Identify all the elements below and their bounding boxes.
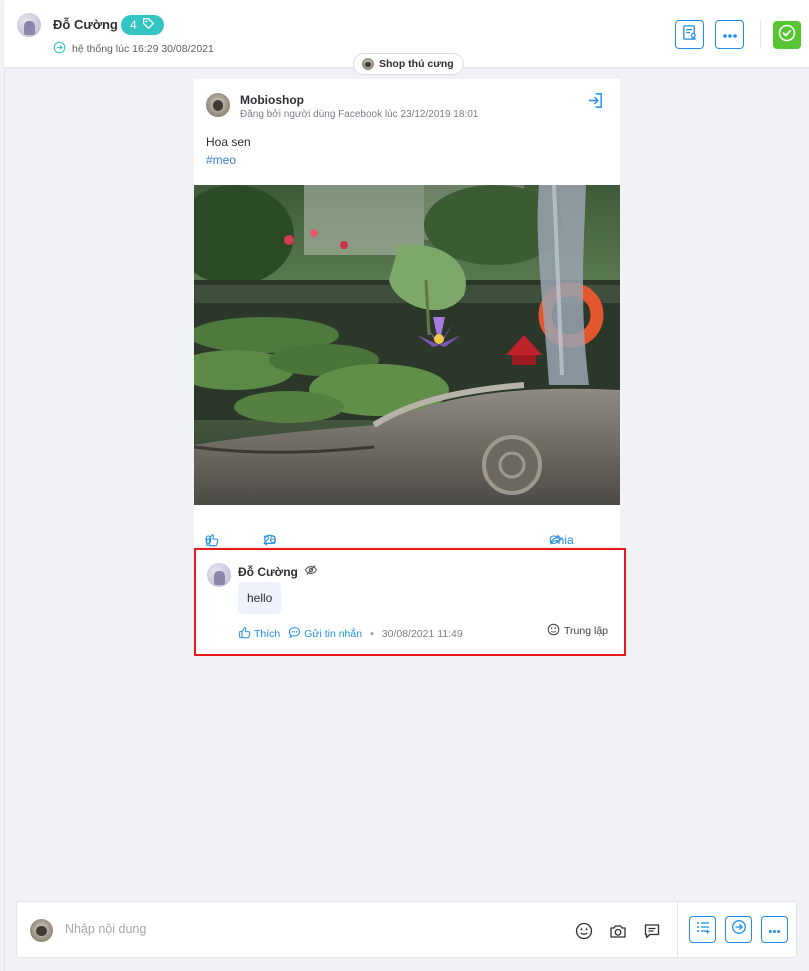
- page-avatar: [362, 58, 374, 70]
- page-name: Shop thú cưng: [379, 58, 454, 70]
- hide-eye-icon[interactable]: [304, 564, 318, 579]
- open-post-icon[interactable]: [587, 92, 604, 114]
- assignment-info: hệ thống lúc 16:29 30/08/2021: [53, 41, 214, 57]
- comment-like-button[interactable]: Thích: [238, 626, 280, 642]
- tag-icon: [142, 17, 155, 33]
- thumbs-up-icon: [238, 626, 251, 642]
- comment-author-avatar[interactable]: [207, 563, 231, 587]
- page-avatar: [30, 919, 53, 942]
- page-source-badge[interactable]: Shop thú cưng: [353, 53, 464, 75]
- comment-timestamp: 30/08/2021 11:49: [381, 628, 463, 640]
- template-list-button[interactable]: [689, 916, 716, 943]
- composer-divider: [677, 902, 678, 959]
- sentiment-label: Trung lập: [564, 625, 608, 637]
- separator-dot: •: [370, 628, 374, 640]
- more-icon: [767, 921, 782, 939]
- post-actions: 0 26 Chia sẻ: [194, 505, 620, 561]
- resolve-button[interactable]: [773, 21, 801, 49]
- post-hashtag[interactable]: #meo: [206, 153, 236, 167]
- comment-count: 26: [263, 533, 277, 547]
- post-photo[interactable]: [194, 185, 620, 505]
- comment-item: Đỗ Cường hello Thích Gửi tin nhắn • 30/0…: [194, 548, 626, 656]
- transfer-icon: [731, 919, 747, 940]
- comment-actions: Thích Gửi tin nhắn • 30/08/2021 11:49: [238, 626, 463, 642]
- avatar[interactable]: [17, 13, 41, 37]
- list-icon: [695, 919, 711, 940]
- check-icon: [778, 24, 796, 47]
- post-author-avatar[interactable]: [206, 93, 230, 117]
- reply-input[interactable]: Nhập nội dung: [65, 922, 146, 936]
- like-count: 0: [205, 533, 212, 547]
- transfer-button[interactable]: [725, 916, 752, 943]
- comment-message: hello: [238, 582, 282, 614]
- comment-author-name[interactable]: Đỗ Cường: [238, 565, 298, 579]
- lotus-photo-image: [194, 185, 620, 505]
- sentiment-indicator[interactable]: Trung lập: [547, 623, 608, 639]
- header-divider: [760, 20, 761, 48]
- reply-composer: Nhập nội dung: [16, 901, 797, 959]
- contact-info-button[interactable]: [675, 20, 704, 49]
- comment-like-label: Thích: [254, 628, 281, 640]
- chat-icon: [288, 626, 301, 642]
- comment-author: Đỗ Cường: [238, 564, 318, 579]
- post-text: Hoa sen: [206, 135, 251, 149]
- assignment-text: hệ thống lúc 16:29 30/08/2021: [72, 43, 214, 55]
- customer-name[interactable]: Đỗ Cường: [53, 17, 118, 32]
- post-meta: Đăng bởi người dùng Facebook lúc 23/12/2…: [240, 109, 479, 120]
- tag-count-badge[interactable]: 4: [121, 15, 164, 35]
- facebook-post-card: Mobioshop Đăng bởi người dùng Facebook l…: [194, 79, 620, 561]
- more-icon: [722, 26, 738, 44]
- tag-count: 4: [130, 18, 137, 32]
- composer-more-button[interactable]: [761, 916, 788, 943]
- neutral-face-icon: [547, 623, 560, 639]
- more-options-button[interactable]: [715, 20, 744, 49]
- camera-icon[interactable]: [609, 922, 627, 945]
- assign-icon: [53, 41, 66, 57]
- quick-reply-icon[interactable]: [643, 922, 661, 945]
- contact-card-icon: [681, 24, 698, 46]
- send-message-label: Gửi tin nhắn: [304, 628, 363, 640]
- emoji-icon[interactable]: [575, 922, 593, 945]
- post-author-name[interactable]: Mobioshop: [240, 93, 304, 107]
- send-message-button[interactable]: Gửi tin nhắn: [288, 626, 362, 642]
- composer-tools: [575, 922, 661, 945]
